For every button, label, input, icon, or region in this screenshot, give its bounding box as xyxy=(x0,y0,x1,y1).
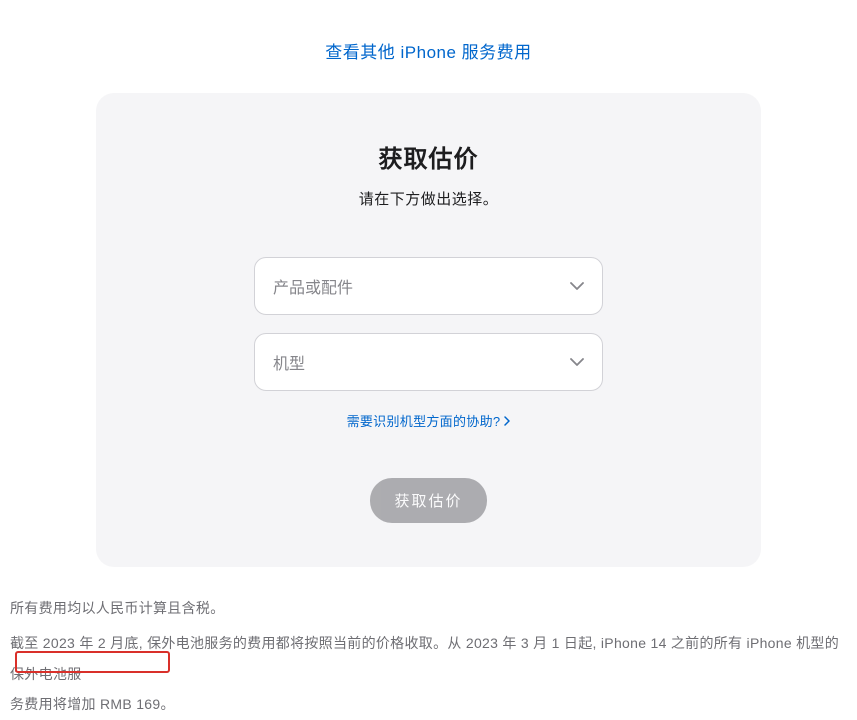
footer-line-2a: 截至 2023 年 2 月底, 保外电池服务的费用都将按照当前的价格收取。从 2… xyxy=(10,635,839,682)
select-model-placeholder: 机型 xyxy=(273,350,305,374)
chevron-down-icon xyxy=(570,282,584,290)
select-model-wrap: 机型 xyxy=(254,333,603,391)
view-other-fees-link[interactable]: 查看其他 iPhone 服务费用 xyxy=(325,43,531,62)
select-product-placeholder: 产品或配件 xyxy=(273,274,353,298)
card-title: 获取估价 xyxy=(136,139,721,174)
card-subtitle: 请在下方做出选择。 xyxy=(136,188,721,209)
footer-line-1: 所有费用均以人民币计算且含税。 xyxy=(10,593,847,624)
chevron-right-icon xyxy=(504,416,510,426)
top-link-wrap: 查看其他 iPhone 服务费用 xyxy=(0,0,857,93)
footer-line-2b: 务费用将增加 RMB 169。 xyxy=(10,696,175,712)
submit-wrap: 获取估价 xyxy=(136,478,721,523)
footer-wrap: 所有费用均以人民币计算且含税。 截至 2023 年 2 月底, 保外电池服务的费… xyxy=(0,567,857,720)
chevron-down-icon xyxy=(570,358,584,366)
select-model[interactable]: 机型 xyxy=(254,333,603,391)
help-link-label: 需要识别机型方面的协助? xyxy=(347,411,501,430)
select-product-wrap: 产品或配件 xyxy=(254,257,603,315)
get-estimate-button[interactable]: 获取估价 xyxy=(370,478,486,523)
footer-text: 所有费用均以人民币计算且含税。 截至 2023 年 2 月底, 保外电池服务的费… xyxy=(0,567,857,720)
estimate-card: 获取估价 请在下方做出选择。 产品或配件 机型 需要识别机型方面的协助? 获取估… xyxy=(96,93,761,567)
select-product[interactable]: 产品或配件 xyxy=(254,257,603,315)
identify-model-help-link[interactable]: 需要识别机型方面的协助? xyxy=(347,411,511,430)
footer-line-2: 截至 2023 年 2 月底, 保外电池服务的费用都将按照当前的价格收取。从 2… xyxy=(10,628,847,720)
